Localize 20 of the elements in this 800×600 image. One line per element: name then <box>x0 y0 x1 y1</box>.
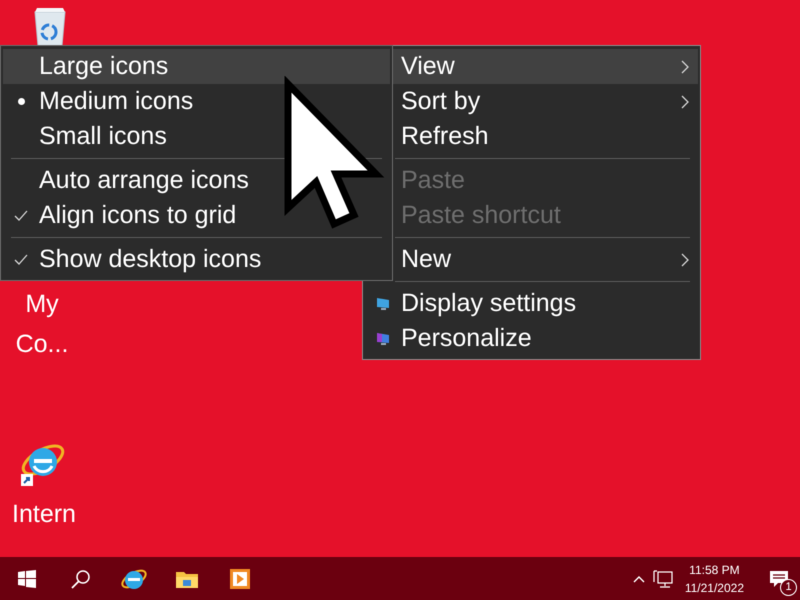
menu-item[interactable]: Large icons <box>3 49 390 84</box>
menu-item[interactable]: Auto arrange icons <box>3 163 390 198</box>
menu-item[interactable]: Personalize <box>365 321 698 356</box>
menu-item[interactable]: Align icons to grid <box>3 198 390 233</box>
clock-time: 11:58 PM <box>689 562 740 578</box>
chevron-up-icon[interactable] <box>632 574 645 584</box>
monitor-icon <box>376 296 390 310</box>
menu-item[interactable]: Display settings <box>365 286 698 321</box>
clock-date: 11/21/2022 <box>684 580 744 596</box>
windows-logo-icon[interactable] <box>18 570 36 588</box>
icon-label: My Co... <box>14 289 70 360</box>
media-player-icon[interactable] <box>228 568 250 590</box>
notification-badge: 1 <box>780 579 797 596</box>
menu-item[interactable]: Small icons <box>3 119 390 154</box>
recycle-bin-icon[interactable] <box>32 6 68 48</box>
clock[interactable]: 11:58 PM 11/21/2022 <box>684 560 744 596</box>
network-icon[interactable] <box>652 570 673 588</box>
monitor-icon <box>376 332 390 346</box>
icon-label: Intern <box>12 499 76 530</box>
search-icon[interactable] <box>70 568 90 588</box>
